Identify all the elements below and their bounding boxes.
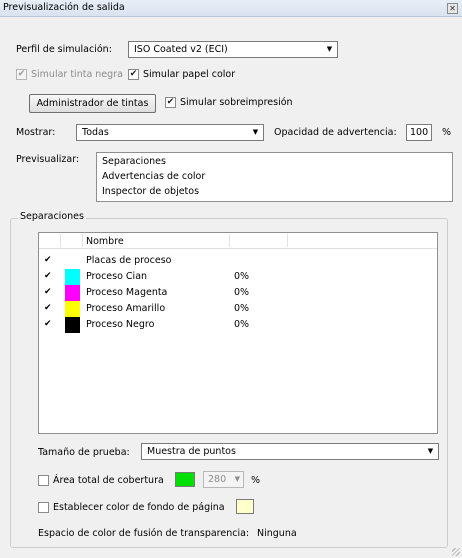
check-icon: ✔ <box>17 69 26 79</box>
row-check-icon[interactable]: ✔ <box>44 303 54 313</box>
row-name: Proceso Negro <box>86 319 155 330</box>
coverage-value: 280 <box>208 474 227 485</box>
sample-size-dropdown[interactable]: Muestra de puntos ▼ <box>141 443 439 460</box>
sample-size-value: Muestra de puntos <box>147 446 236 457</box>
coverage-color-swatch[interactable] <box>175 472 195 487</box>
blend-space-value: Ninguna <box>257 528 297 539</box>
total-coverage-checkbox[interactable] <box>38 475 49 486</box>
chevron-down-icon: ▼ <box>326 45 333 53</box>
separations-table: Nombre ✔ Placas de proceso ✔ Proceso Cian 0%… <box>38 232 438 434</box>
ink-color-swatch <box>65 285 80 301</box>
blend-space-label: Espacio de color de fusión de transparen… <box>38 528 250 539</box>
row-name: Proceso Magenta <box>86 287 168 298</box>
close-icon: ✕ <box>449 4 456 13</box>
row-percent: 0% <box>234 287 250 298</box>
total-coverage-label: Área total de cobertura <box>53 475 164 486</box>
page-bg-color-checkbox[interactable] <box>38 502 49 513</box>
warning-opacity-input[interactable]: 100 <box>406 124 432 141</box>
row-check-icon[interactable]: ✔ <box>44 319 54 329</box>
sim-black-ink-label: Simular tinta negra <box>31 69 123 80</box>
row-name: Placas de proceso <box>86 255 172 266</box>
sim-paper-color-checkbox[interactable]: ✔ <box>128 69 139 80</box>
coverage-unit: % <box>251 475 261 486</box>
page-bg-color-swatch[interactable] <box>236 499 254 514</box>
chevron-down-icon: ▼ <box>252 128 259 136</box>
ink-color-swatch <box>65 269 80 285</box>
window-title: Previsualización de salida <box>3 2 125 13</box>
row-percent: 0% <box>234 271 250 282</box>
sim-overprint-label: Simular sobreimpresión <box>180 97 293 108</box>
ink-manager-button-label: Administrador de tintas <box>36 98 149 109</box>
warning-opacity-unit: % <box>442 127 452 138</box>
sim-overprint-checkbox[interactable]: ✔ <box>165 97 176 108</box>
preview-item-separations[interactable]: Separaciones <box>102 156 166 167</box>
table-row[interactable]: ✔ Proceso Magenta 0% <box>39 285 437 301</box>
table-row[interactable]: ✔ Proceso Amarillo 0% <box>39 301 437 317</box>
title-bar: Previsualización de salida ✕ <box>0 0 462 17</box>
show-value: Todas <box>82 127 109 138</box>
profile-value: ISO Coated v2 (ECI) <box>134 44 228 55</box>
preview-item-object-inspector[interactable]: Inspector de objetos <box>102 186 199 197</box>
row-percent: 0% <box>234 319 250 330</box>
row-percent: 0% <box>234 303 250 314</box>
table-row[interactable]: ✔ Proceso Cian 0% <box>39 269 437 285</box>
sample-size-label: Tamaño de prueba: <box>38 447 130 458</box>
ink-color-swatch <box>65 301 80 317</box>
separations-title: Separaciones <box>18 211 86 222</box>
profile-dropdown[interactable]: ISO Coated v2 (ECI) ▼ <box>128 41 338 58</box>
preview-item-color-warnings[interactable]: Advertencias de color <box>102 171 205 182</box>
row-name: Proceso Amarillo <box>86 303 166 314</box>
chevron-down-icon: ▼ <box>427 447 434 455</box>
ink-manager-button[interactable]: Administrador de tintas <box>29 94 156 113</box>
column-header-name[interactable]: Nombre <box>86 236 124 247</box>
row-name: Proceso Cian <box>86 271 148 282</box>
check-icon: ✔ <box>166 97 175 107</box>
close-button[interactable]: ✕ <box>447 3 458 14</box>
show-label: Mostrar: <box>16 127 56 138</box>
table-row[interactable]: ✔ Proceso Negro 0% <box>39 317 437 333</box>
row-check-icon[interactable]: ✔ <box>44 271 54 281</box>
profile-label: Perfil de simulación: <box>16 44 112 55</box>
sim-paper-color-label: Simular papel color <box>143 69 236 80</box>
ink-color-swatch <box>65 317 80 333</box>
chevron-down-icon: ▼ <box>234 475 240 483</box>
check-icon: ✔ <box>129 69 138 79</box>
row-check-icon[interactable]: ✔ <box>44 287 54 297</box>
page-bg-color-label: Establecer color de fondo de página <box>53 502 225 513</box>
resize-grip[interactable] <box>452 548 460 556</box>
table-header: Nombre <box>39 233 437 249</box>
table-row[interactable]: ✔ Placas de proceso <box>39 253 437 269</box>
warning-opacity-label: Opacidad de advertencia: <box>274 127 397 138</box>
show-dropdown[interactable]: Todas ▼ <box>76 124 264 141</box>
sim-black-ink-checkbox[interactable]: ✔ <box>16 69 27 80</box>
warning-opacity-value: 100 <box>410 127 429 138</box>
coverage-value-combo[interactable]: 280 ▼ <box>203 471 244 488</box>
preview-label: Previsualizar: <box>16 154 80 165</box>
preview-listbox[interactable]: Separaciones Advertencias de color Inspe… <box>96 152 453 202</box>
row-check-icon[interactable]: ✔ <box>44 255 54 265</box>
